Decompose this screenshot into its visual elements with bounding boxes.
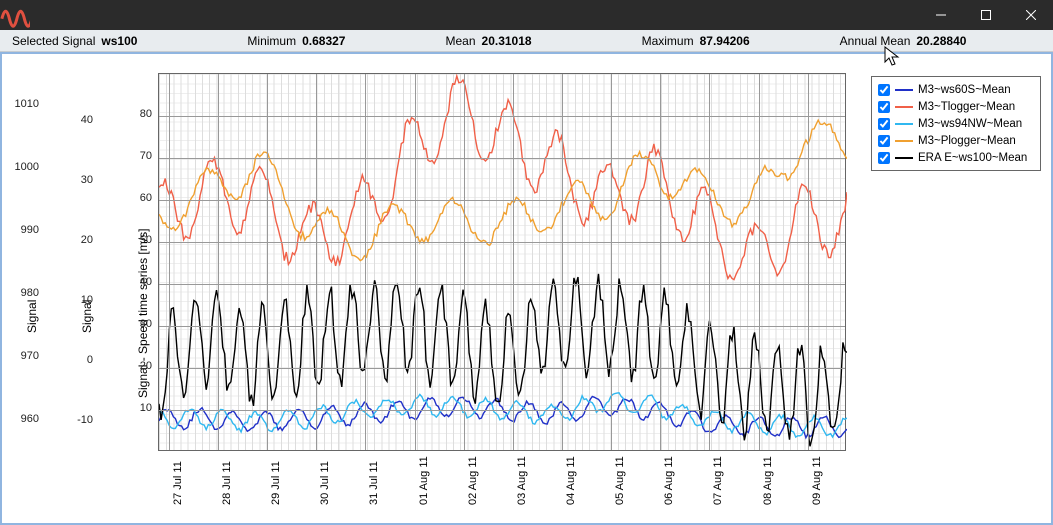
y3-tick: 40 [128,276,152,288]
y2-tick: 20 [63,234,93,246]
legend-swatch [895,140,913,142]
legend: M3~ws60S~Mean M3~Tlogger~Mean M3~ws94NW~Me… [871,76,1041,171]
legend-swatch [895,157,913,159]
legend-checkbox[interactable] [878,152,890,164]
legend-item: M3~ws94NW~Mean [878,115,1034,132]
chart-panel: Signal Signal Signal - Speed time series… [0,52,1053,525]
legend-checkbox[interactable] [878,118,890,130]
series-line [159,120,847,260]
annual-mean-value: 20.28840 [916,34,966,48]
minimize-button[interactable] [918,0,963,30]
y2-tick: -10 [63,414,93,426]
legend-label: M3~ws60S~Mean [918,84,1011,96]
legend-checkbox[interactable] [878,101,890,113]
window-titlebar [0,0,1053,30]
y3-tick: 30 [128,318,152,330]
maximum-label: Maximum [642,34,694,48]
mean-value: 20.31018 [482,34,532,48]
minimum-label: Minimum [247,34,296,48]
series-line [159,76,847,280]
legend-swatch [895,89,913,91]
x-tick: 01 Aug 11 [418,456,430,505]
y3-tick: 20 [128,360,152,372]
legend-label: M3~Plogger~Mean [918,135,1016,147]
y1-tick: 960 [9,413,39,425]
x-tick: 06 Aug 11 [663,456,675,505]
legend-label: M3~Tlogger~Mean [918,101,1015,113]
app-wave-icon [0,0,30,30]
legend-swatch [895,106,913,108]
stats-bar: Selected Signal ws100 Minimum 0.68327 Me… [0,30,1053,52]
series-line [159,274,847,446]
y2-tick: 10 [63,294,93,306]
legend-label: ERA E~ws100~Mean [918,152,1027,164]
y1-axis-label: Signal [25,300,39,333]
mean-label: Mean [445,34,475,48]
x-tick: 07 Aug 11 [712,456,724,505]
legend-checkbox[interactable] [878,135,890,147]
x-tick: 30 Jul 11 [319,461,331,505]
y1-tick: 990 [9,224,39,236]
x-tick: 05 Aug 11 [614,456,626,505]
legend-item: ERA E~ws100~Mean [878,149,1034,166]
y1-tick: 980 [9,287,39,299]
selected-signal-label: Selected Signal [12,34,95,48]
y3-tick: 60 [128,192,152,204]
y3-tick: 80 [128,108,152,120]
legend-item: M3~Tlogger~Mean [878,98,1034,115]
x-tick: 02 Aug 11 [467,456,479,505]
minimum-value: 0.68327 [302,34,345,48]
x-tick: 03 Aug 11 [516,456,528,505]
x-tick: 27 Jul 11 [172,461,184,505]
y2-tick: 40 [63,114,93,126]
plot-wrap: Signal Signal Signal - Speed time series… [0,53,850,511]
x-tick: 04 Aug 11 [565,456,577,505]
y3-axis-label: Signal - Speed time series [m/s] [136,229,150,398]
y3-tick: 70 [128,150,152,162]
y1-tick: 1010 [9,98,39,110]
selected-signal-value: ws100 [101,34,137,48]
x-tick: 29 Jul 11 [270,461,282,505]
chart-lines [159,74,847,452]
legend-checkbox[interactable] [878,84,890,96]
legend-label: M3~ws94NW~Mean [918,118,1022,130]
y3-tick: 10 [128,402,152,414]
legend-swatch [895,123,913,125]
y1-tick: 970 [9,350,39,362]
legend-item: M3~ws60S~Mean [878,81,1034,98]
x-tick: 09 Aug 11 [811,456,823,505]
x-tick: 28 Jul 11 [221,461,233,505]
plot-area[interactable] [158,73,846,451]
y2-tick: 30 [63,174,93,186]
maximum-value: 87.94206 [700,34,750,48]
y2-tick: 0 [63,354,93,366]
y3-tick: 50 [128,234,152,246]
x-tick: 31 Jul 11 [368,461,380,505]
legend-item: M3~Plogger~Mean [878,132,1034,149]
close-button[interactable] [1008,0,1053,30]
x-tick: 08 Aug 11 [762,456,774,505]
y1-tick: 1000 [9,161,39,173]
maximize-button[interactable] [963,0,1008,30]
annual-mean-label: Annual Mean [840,34,911,48]
